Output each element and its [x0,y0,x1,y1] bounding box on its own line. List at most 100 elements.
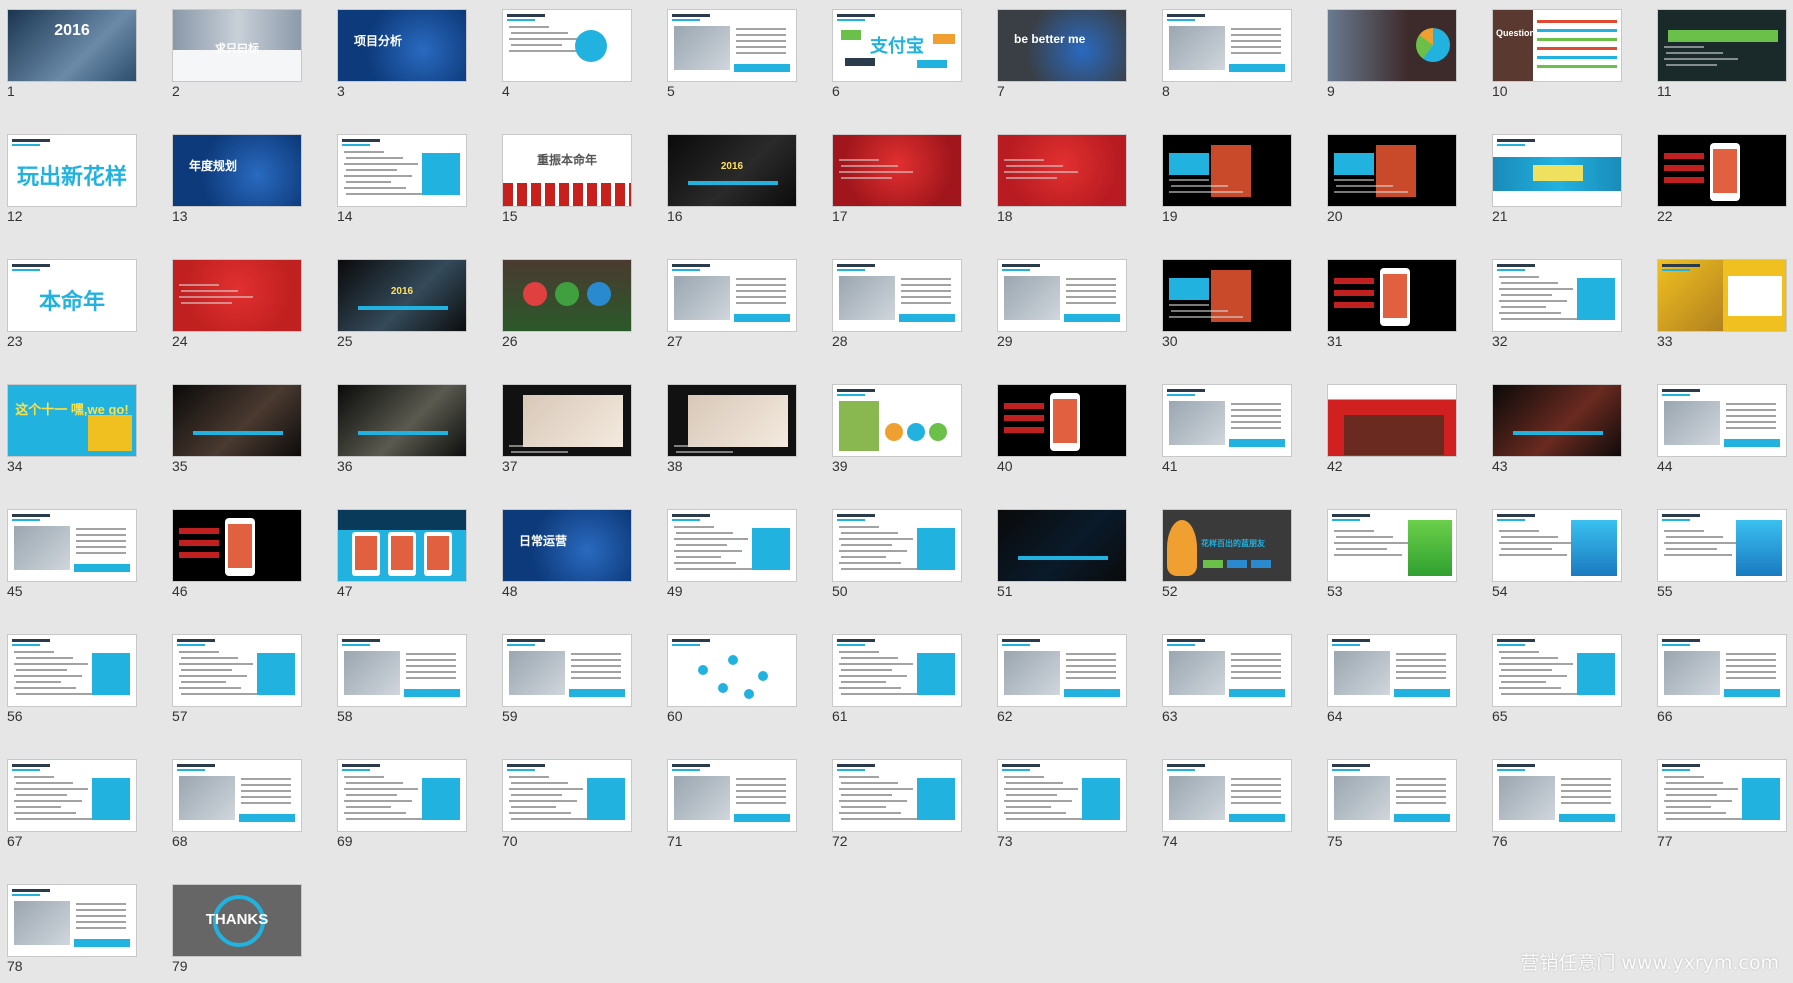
slide-thumbnail-42[interactable] [1327,384,1457,457]
slide-thumbnail-48[interactable]: 日常运营 [502,509,632,582]
slide-thumbnail-12[interactable]: 玩出新花样 [7,134,137,207]
slide-header-accent [342,644,370,646]
phone-screen [355,536,377,570]
slide-number: 78 [7,958,23,974]
accent-bar [74,939,130,947]
slide-thumbnail-43[interactable] [1492,384,1622,457]
slide-thumbnail-46[interactable] [172,509,302,582]
slide-thumbnail-39[interactable] [832,384,962,457]
slide-thumbnail-32[interactable] [1492,259,1622,332]
slide-thumbnail-30[interactable] [1162,259,1292,332]
slide-thumbnail-53[interactable] [1327,509,1457,582]
slide-thumbnail-7[interactable]: be better me [997,9,1127,82]
photo [1169,776,1225,820]
slide-thumbnail-1[interactable]: 2016 [7,9,137,82]
slide-thumbnail-20[interactable] [1327,134,1457,207]
slide-thumbnail-23[interactable]: 本命年 [7,259,137,332]
slide-thumbnail-29[interactable] [997,259,1127,332]
slide-thumbnail-17[interactable] [832,134,962,207]
slide-thumbnail-49[interactable] [667,509,797,582]
slide-thumbnail-65[interactable] [1492,634,1622,707]
slide-thumbnail-67[interactable] [7,759,137,832]
slide-number: 32 [1492,333,1508,349]
slide-thumbnail-15[interactable]: 重振本命年 [502,134,632,207]
slide-thumbnail-40[interactable] [997,384,1127,457]
slide-thumbnail-4[interactable] [502,9,632,82]
slide-thumbnail-61[interactable] [832,634,962,707]
slide-thumbnail-19[interactable] [1162,134,1292,207]
accent-block [917,653,955,695]
circle [523,282,547,306]
slide-thumbnail-25[interactable]: 2016 [337,259,467,332]
slide-thumbnail-9[interactable] [1327,9,1457,82]
slide-header-accent [12,644,40,646]
slide-thumbnail-47[interactable] [337,509,467,582]
content-block [841,30,861,40]
slide-thumbnail-71[interactable] [667,759,797,832]
slide-thumbnail-54[interactable] [1492,509,1622,582]
slide-thumbnail-76[interactable] [1492,759,1622,832]
slide-thumbnail-51[interactable] [997,509,1127,582]
slide-thumbnail-60[interactable] [667,634,797,707]
slide-thumbnail-74[interactable] [1162,759,1292,832]
slide-thumbnail-10[interactable]: Question [1492,9,1622,82]
photo [998,510,1126,581]
slide-thumbnail-79[interactable]: THANKS [172,884,302,957]
slide-thumbnail-8[interactable] [1162,9,1292,82]
slide-thumbnail-28[interactable] [832,259,962,332]
slide-thumbnail-52[interactable]: 花样百出的蓝朋友 [1162,509,1292,582]
phone-screen [228,524,252,568]
slide-thumbnail-24[interactable] [172,259,302,332]
slide-thumbnail-41[interactable] [1162,384,1292,457]
slide-thumbnail-66[interactable] [1657,634,1787,707]
text-line [1664,788,1738,790]
slide-thumbnail-73[interactable] [997,759,1127,832]
slide-thumbnail-14[interactable] [337,134,467,207]
slide-number: 26 [502,333,518,349]
slide-thumbnail-34[interactable]: 这个十一 嘿,we go! [7,384,137,457]
slide-thumbnail-5[interactable] [667,9,797,82]
text-line [841,532,898,534]
slide-thumbnail-37[interactable] [502,384,632,457]
phone-screen [1053,399,1077,443]
slide-thumbnail-64[interactable] [1327,634,1457,707]
slide-thumbnail-45[interactable] [7,509,137,582]
slide-thumbnail-55[interactable] [1657,509,1787,582]
slide-thumbnail-31[interactable] [1327,259,1457,332]
slide-thumbnail-63[interactable] [1162,634,1292,707]
slide-thumbnail-21[interactable] [1492,134,1622,207]
slide-number: 61 [832,708,848,724]
slide-thumbnail-59[interactable] [502,634,632,707]
slide-thumbnail-62[interactable] [997,634,1127,707]
slide-thumbnail-58[interactable] [337,634,467,707]
slide-thumbnail-3[interactable]: 项目分析 [337,9,467,82]
slide-thumbnail-16[interactable]: 2016 [667,134,797,207]
slide-thumbnail-72[interactable] [832,759,962,832]
slide-thumbnail-70[interactable] [502,759,632,832]
slide-thumbnail-69[interactable] [337,759,467,832]
slide-thumbnail-2[interactable]: 求只曰标 [172,9,302,82]
text-line [736,52,786,54]
slide-number: 62 [997,708,1013,724]
text-line [1006,794,1057,796]
slide-header-accent [837,519,865,521]
slide-thumbnail-18[interactable] [997,134,1127,207]
slide-thumbnail-44[interactable] [1657,384,1787,457]
slide-thumbnail-78[interactable] [7,884,137,957]
slide-thumbnail-77[interactable] [1657,759,1787,832]
slide-thumbnail-38[interactable] [667,384,797,457]
slide-thumbnail-13[interactable]: 年度规划 [172,134,302,207]
slide-thumbnail-11[interactable] [1657,9,1787,82]
slide-thumbnail-33[interactable] [1657,259,1787,332]
slide-thumbnail-56[interactable] [7,634,137,707]
slide-thumbnail-26[interactable] [502,259,632,332]
slide-thumbnail-27[interactable] [667,259,797,332]
slide-thumbnail-22[interactable] [1657,134,1787,207]
slide-thumbnail-57[interactable] [172,634,302,707]
slide-thumbnail-75[interactable] [1327,759,1457,832]
slide-thumbnail-6[interactable]: 支付宝 [832,9,962,82]
slide-thumbnail-50[interactable] [832,509,962,582]
slide-thumbnail-36[interactable] [337,384,467,457]
slide-thumbnail-68[interactable] [172,759,302,832]
slide-thumbnail-35[interactable] [172,384,302,457]
